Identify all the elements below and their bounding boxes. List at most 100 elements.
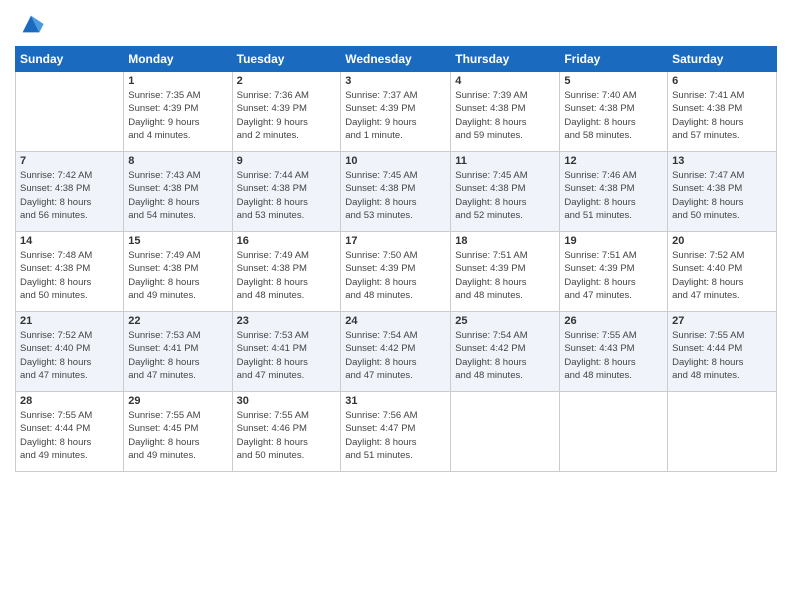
day-info: Sunrise: 7:45 AM Sunset: 4:38 PM Dayligh…: [345, 169, 446, 222]
calendar-cell: 2 Sunrise: 7:36 AM Sunset: 4:39 PM Daylig…: [232, 72, 341, 152]
weekday-wednesday: Wednesday: [341, 47, 451, 72]
day-info: Sunrise: 7:51 AM Sunset: 4:39 PM Dayligh…: [564, 249, 663, 302]
day-number: 7: [20, 155, 119, 167]
header: [15, 10, 777, 38]
weekday-header-row: SundayMondayTuesdayWednesdayThursdayFrid…: [16, 47, 777, 72]
calendar-cell: [560, 392, 668, 472]
day-number: 28: [20, 395, 119, 407]
day-number: 5: [564, 75, 663, 87]
day-number: 1: [128, 75, 227, 87]
day-info: Sunrise: 7:42 AM Sunset: 4:38 PM Dayligh…: [20, 169, 119, 222]
day-number: 8: [128, 155, 227, 167]
calendar-cell: 18Sunrise: 7:51 AM Sunset: 4:39 PM Dayli…: [451, 232, 560, 312]
week-row-2: 7 Sunrise: 7:42 AM Sunset: 4:38 PM Daylig…: [16, 152, 777, 232]
day-number: 27: [672, 315, 772, 327]
day-number: 2: [237, 75, 337, 87]
weekday-saturday: Saturday: [668, 47, 777, 72]
day-info: Sunrise: 7:55 AM Sunset: 4:43 PM Dayligh…: [564, 329, 663, 382]
logo: [15, 10, 45, 38]
calendar-cell: 24 Sunrise: 7:54 AM Sunset: 4:42 PM Dayli…: [341, 312, 451, 392]
calendar-cell: 14 Sunrise: 7:48 AM Sunset: 4:38 PM Dayli…: [16, 232, 124, 312]
day-number: 10: [345, 155, 446, 167]
day-number: 22: [128, 315, 227, 327]
day-number: 13: [672, 155, 772, 167]
calendar-cell: 16 Sunrise: 7:49 AM Sunset: 4:38 PM Dayli…: [232, 232, 341, 312]
calendar-cell: 15 Sunrise: 7:49 AM Sunset: 4:38 PM Dayli…: [124, 232, 232, 312]
calendar-cell: 30Sunrise: 7:55 AM Sunset: 4:46 PM Dayli…: [232, 392, 341, 472]
calendar-cell: 5 Sunrise: 7:40 AM Sunset: 4:38 PM Daylig…: [560, 72, 668, 152]
day-info: Sunrise: 7:36 AM Sunset: 4:39 PM Dayligh…: [237, 89, 337, 142]
calendar: SundayMondayTuesdayWednesdayThursdayFrid…: [15, 46, 777, 472]
day-number: 30: [237, 395, 337, 407]
day-number: 21: [20, 315, 119, 327]
day-info: Sunrise: 7:43 AM Sunset: 4:38 PM Dayligh…: [128, 169, 227, 222]
day-info: Sunrise: 7:55 AM Sunset: 4:44 PM Dayligh…: [20, 409, 119, 462]
day-info: Sunrise: 7:53 AM Sunset: 4:41 PM Dayligh…: [237, 329, 337, 382]
calendar-cell: 29 Sunrise: 7:55 AM Sunset: 4:45 PM Dayli…: [124, 392, 232, 472]
day-info: Sunrise: 7:55 AM Sunset: 4:44 PM Dayligh…: [672, 329, 772, 382]
week-row-3: 14 Sunrise: 7:48 AM Sunset: 4:38 PM Dayli…: [16, 232, 777, 312]
calendar-cell: 26 Sunrise: 7:55 AM Sunset: 4:43 PM Dayli…: [560, 312, 668, 392]
day-number: 29: [128, 395, 227, 407]
day-number: 12: [564, 155, 663, 167]
day-info: Sunrise: 7:51 AM Sunset: 4:39 PM Dayligh…: [455, 249, 555, 302]
calendar-cell: [16, 72, 124, 152]
day-info: Sunrise: 7:46 AM Sunset: 4:38 PM Dayligh…: [564, 169, 663, 222]
week-row-1: 1 Sunrise: 7:35 AM Sunset: 4:39 PM Daylig…: [16, 72, 777, 152]
day-info: Sunrise: 7:47 AM Sunset: 4:38 PM Dayligh…: [672, 169, 772, 222]
day-info: Sunrise: 7:41 AM Sunset: 4:38 PM Dayligh…: [672, 89, 772, 142]
day-info: Sunrise: 7:54 AM Sunset: 4:42 PM Dayligh…: [455, 329, 555, 382]
day-info: Sunrise: 7:39 AM Sunset: 4:38 PM Dayligh…: [455, 89, 555, 142]
calendar-cell: 19 Sunrise: 7:51 AM Sunset: 4:39 PM Dayli…: [560, 232, 668, 312]
day-number: 31: [345, 395, 446, 407]
day-number: 6: [672, 75, 772, 87]
day-number: 20: [672, 235, 772, 247]
day-number: 9: [237, 155, 337, 167]
day-info: Sunrise: 7:37 AM Sunset: 4:39 PM Dayligh…: [345, 89, 446, 142]
weekday-sunday: Sunday: [16, 47, 124, 72]
day-info: Sunrise: 7:54 AM Sunset: 4:42 PM Dayligh…: [345, 329, 446, 382]
day-number: 15: [128, 235, 227, 247]
weekday-friday: Friday: [560, 47, 668, 72]
calendar-cell: 7 Sunrise: 7:42 AM Sunset: 4:38 PM Daylig…: [16, 152, 124, 232]
calendar-cell: 1 Sunrise: 7:35 AM Sunset: 4:39 PM Daylig…: [124, 72, 232, 152]
calendar-cell: 11Sunrise: 7:45 AM Sunset: 4:38 PM Dayli…: [451, 152, 560, 232]
day-info: Sunrise: 7:49 AM Sunset: 4:38 PM Dayligh…: [128, 249, 227, 302]
calendar-cell: 31Sunrise: 7:56 AM Sunset: 4:47 PM Dayli…: [341, 392, 451, 472]
calendar-cell: 20 Sunrise: 7:52 AM Sunset: 4:40 PM Dayli…: [668, 232, 777, 312]
calendar-cell: 23 Sunrise: 7:53 AM Sunset: 4:41 PM Dayli…: [232, 312, 341, 392]
day-info: Sunrise: 7:49 AM Sunset: 4:38 PM Dayligh…: [237, 249, 337, 302]
logo-icon: [17, 10, 45, 38]
day-info: Sunrise: 7:55 AM Sunset: 4:45 PM Dayligh…: [128, 409, 227, 462]
day-info: Sunrise: 7:40 AM Sunset: 4:38 PM Dayligh…: [564, 89, 663, 142]
day-info: Sunrise: 7:53 AM Sunset: 4:41 PM Dayligh…: [128, 329, 227, 382]
calendar-cell: 21 Sunrise: 7:52 AM Sunset: 4:40 PM Dayli…: [16, 312, 124, 392]
day-info: Sunrise: 7:48 AM Sunset: 4:38 PM Dayligh…: [20, 249, 119, 302]
calendar-cell: 12 Sunrise: 7:46 AM Sunset: 4:38 PM Dayli…: [560, 152, 668, 232]
calendar-cell: 28 Sunrise: 7:55 AM Sunset: 4:44 PM Dayli…: [16, 392, 124, 472]
day-number: 17: [345, 235, 446, 247]
day-info: Sunrise: 7:44 AM Sunset: 4:38 PM Dayligh…: [237, 169, 337, 222]
calendar-cell: 13 Sunrise: 7:47 AM Sunset: 4:38 PM Dayli…: [668, 152, 777, 232]
weekday-thursday: Thursday: [451, 47, 560, 72]
calendar-cell: [668, 392, 777, 472]
day-number: 24: [345, 315, 446, 327]
day-number: 4: [455, 75, 555, 87]
day-number: 16: [237, 235, 337, 247]
calendar-cell: 4 Sunrise: 7:39 AM Sunset: 4:38 PM Daylig…: [451, 72, 560, 152]
day-number: 19: [564, 235, 663, 247]
calendar-cell: 22 Sunrise: 7:53 AM Sunset: 4:41 PM Dayli…: [124, 312, 232, 392]
calendar-cell: 25Sunrise: 7:54 AM Sunset: 4:42 PM Dayli…: [451, 312, 560, 392]
day-info: Sunrise: 7:45 AM Sunset: 4:38 PM Dayligh…: [455, 169, 555, 222]
calendar-cell: 3 Sunrise: 7:37 AM Sunset: 4:39 PM Daylig…: [341, 72, 451, 152]
day-number: 23: [237, 315, 337, 327]
day-info: Sunrise: 7:35 AM Sunset: 4:39 PM Dayligh…: [128, 89, 227, 142]
day-info: Sunrise: 7:52 AM Sunset: 4:40 PM Dayligh…: [20, 329, 119, 382]
day-number: 14: [20, 235, 119, 247]
day-number: 3: [345, 75, 446, 87]
weekday-tuesday: Tuesday: [232, 47, 341, 72]
day-info: Sunrise: 7:50 AM Sunset: 4:39 PM Dayligh…: [345, 249, 446, 302]
weekday-monday: Monday: [124, 47, 232, 72]
day-info: Sunrise: 7:52 AM Sunset: 4:40 PM Dayligh…: [672, 249, 772, 302]
day-number: 26: [564, 315, 663, 327]
